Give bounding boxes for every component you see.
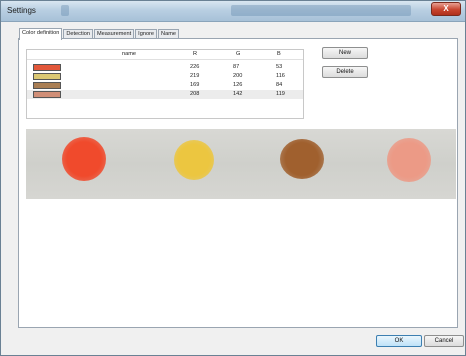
table-header: name R G B [27,50,303,60]
title-bar[interactable]: Settings X [1,1,465,22]
cell-g: 87 [233,64,240,70]
table-row-selected[interactable]: 208 142 119 [27,90,303,99]
cell-r: 219 [190,73,200,79]
preview-dot [387,138,431,182]
table-row[interactable]: 226 87 53 [27,63,303,72]
titlebar-decoration [231,5,411,16]
delete-button[interactable]: Delete [322,66,368,78]
new-button[interactable]: New [322,47,368,59]
color-table[interactable]: name R G B 226 87 53 219 200 116 169 126… [26,49,304,119]
close-icon: X [443,4,449,13]
cell-r: 169 [190,82,200,88]
preview-dot [174,140,214,180]
column-header-b[interactable]: B [277,51,281,58]
color-swatch [33,82,61,89]
cell-b: 84 [276,82,283,88]
cell-b: 116 [276,73,285,79]
cancel-button[interactable]: Cancel [424,335,464,347]
color-swatch [33,64,61,71]
preview-dot [62,137,106,181]
cell-g: 200 [233,73,243,79]
table-row[interactable]: 169 126 84 [27,81,303,90]
settings-window: Settings X Color definition Detection Me… [0,0,466,356]
titlebar-decoration [61,5,69,16]
cell-b: 53 [276,64,283,70]
preview-dot [280,139,324,179]
color-swatch [33,91,61,98]
color-preview-image [26,129,456,199]
close-button[interactable]: X [431,2,461,16]
column-header-g[interactable]: G [236,51,240,58]
cell-g: 126 [233,82,243,88]
ok-button[interactable]: OK [376,335,422,347]
window-title: Settings [7,6,36,15]
column-header-r[interactable]: R [193,51,197,58]
column-header-name[interactable]: name [122,51,136,58]
table-row[interactable]: 219 200 116 [27,72,303,81]
cell-r: 226 [190,64,200,70]
cell-r: 208 [190,91,200,97]
color-swatch [33,73,61,80]
cell-b: 119 [276,91,285,97]
tab-color-definition[interactable]: Color definition [19,28,63,40]
cell-g: 142 [233,91,243,97]
